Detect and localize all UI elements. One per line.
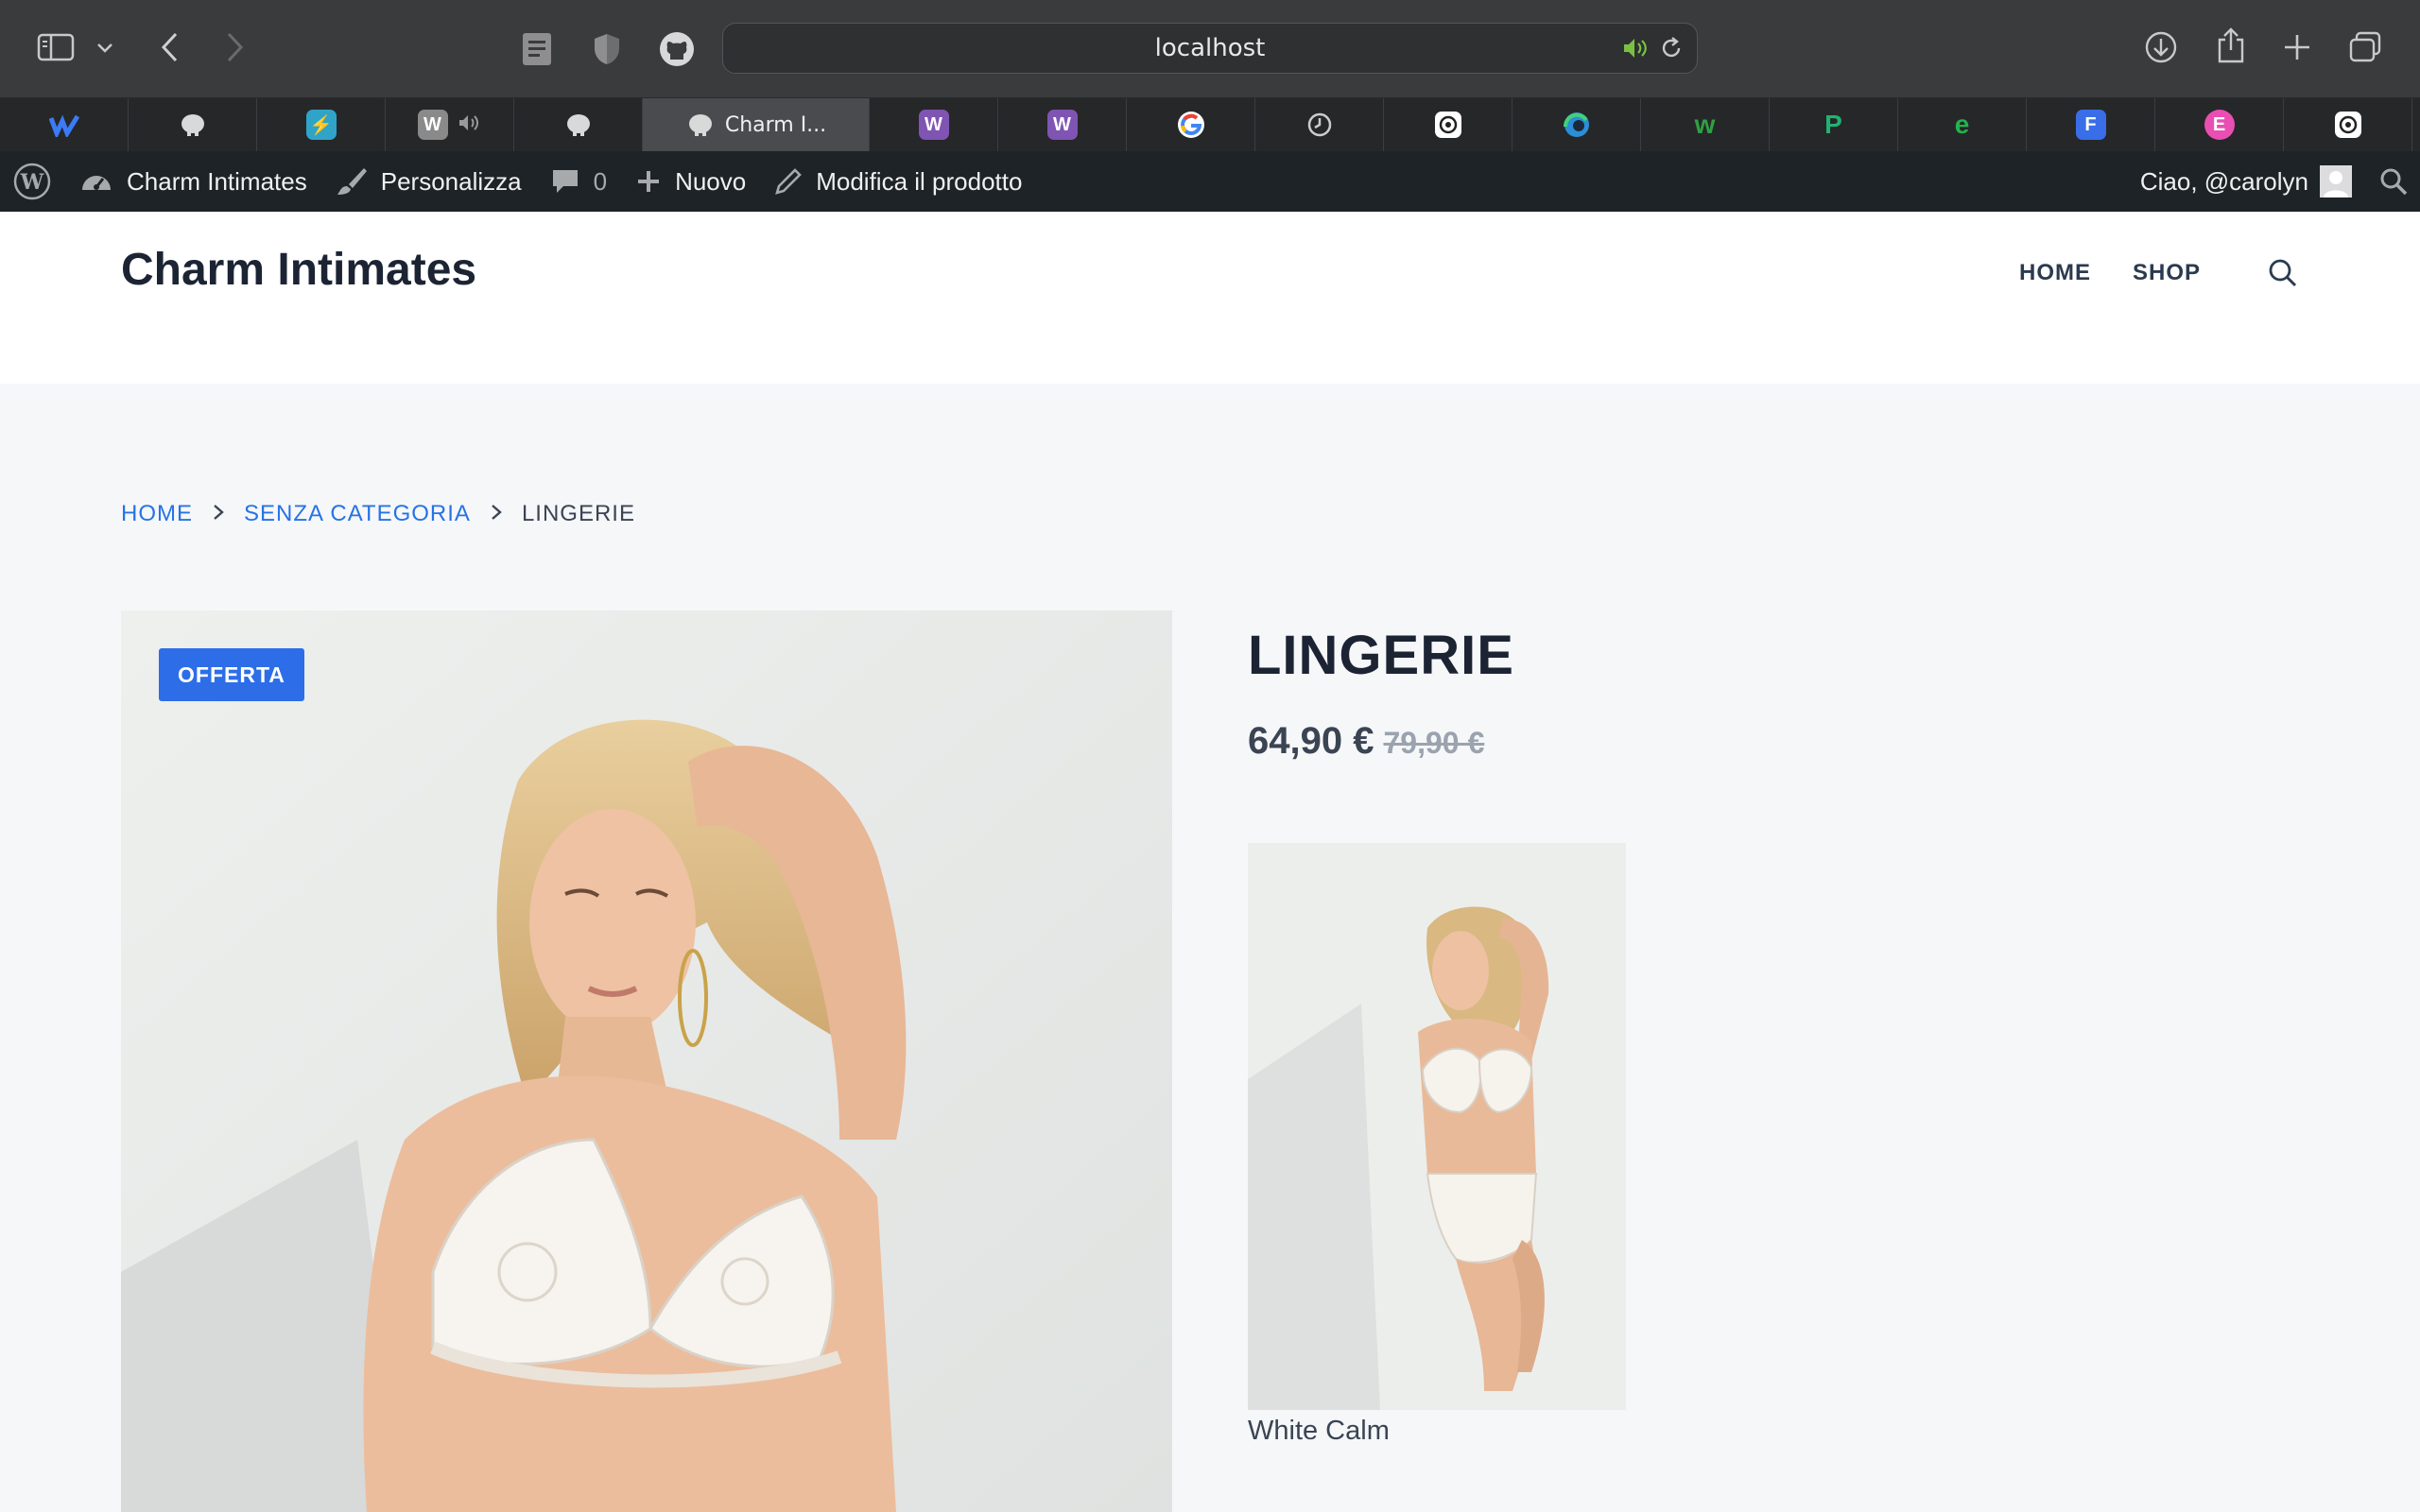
share-icon[interactable] (2212, 25, 2250, 66)
clock-icon (1305, 110, 1335, 140)
forward-button[interactable] (216, 28, 253, 66)
breadcrumb-current: LINGERIE (521, 501, 635, 526)
p-brand-icon: P (1824, 110, 1842, 139)
comments-count: 0 (593, 166, 608, 196)
elephant-icon (563, 110, 594, 140)
w-brand-icon: w (1694, 110, 1716, 139)
site-header: Charm Intimates HOME SHOP (0, 212, 2420, 384)
chevron-down-icon[interactable] (91, 34, 119, 62)
main-nav: HOME SHOP (2019, 257, 2299, 289)
elephant-icon (685, 110, 716, 140)
browser-tab[interactable] (2284, 98, 2412, 151)
tab-strip: ⚡ W Charm I... W Ww Pe F E (0, 98, 2420, 151)
pencil-icon (775, 168, 803, 195)
browser-tab[interactable]: e (1898, 98, 2027, 151)
browser-tab[interactable]: W (386, 98, 514, 151)
site-title[interactable]: Charm Intimates (121, 244, 476, 296)
elementor-icon: E (2204, 110, 2235, 140)
site-name-label: Charm Intimates (127, 166, 307, 196)
product-main-image[interactable] (121, 610, 1172, 1512)
sale-price: 64,90 € (1248, 720, 1374, 762)
nav-home[interactable]: HOME (2019, 260, 2091, 286)
shield-icon[interactable] (588, 30, 626, 68)
browser-tab[interactable] (514, 98, 643, 151)
tab-overview-icon[interactable] (2346, 28, 2384, 66)
wp-admin-bar: W Charm Intimates Personalizza 0 Nuovo M… (0, 151, 2420, 212)
back-button[interactable] (151, 28, 189, 66)
browser-tab[interactable]: F (2027, 98, 2155, 151)
address-bar[interactable]: localhost (722, 23, 1698, 74)
search-icon[interactable] (2267, 257, 2299, 289)
adminbar-comments[interactable]: 0 (550, 167, 607, 197)
speaker-icon[interactable] (1621, 36, 1650, 65)
customize-label: Personalizza (380, 166, 522, 196)
product-price: 64,90 € 79,90 € (1248, 720, 1484, 763)
browser-tab[interactable]: w (1641, 98, 1770, 151)
nav-shop[interactable]: SHOP (2133, 260, 2201, 286)
new-tab-icon[interactable] (2278, 28, 2316, 66)
variation-label: White Calm (1248, 1416, 1390, 1446)
adminbar-search-icon[interactable] (2378, 166, 2409, 197)
downloads-icon[interactable] (2142, 28, 2180, 66)
product-title: LINGERIE (1248, 625, 1514, 686)
url-text: localhost (1154, 34, 1266, 62)
breadcrumb-home[interactable]: HOME (121, 501, 193, 527)
comment-icon (552, 170, 578, 193)
woo-w-icon: W (1046, 110, 1078, 140)
browser-toolbar: localhost (0, 0, 2420, 98)
breadcrumb: HOME SENZA CATEGORIA LINGERIE (121, 501, 635, 527)
browser-tab[interactable]: ⚡ (257, 98, 386, 151)
browser-tab[interactable] (1127, 98, 1255, 151)
openai-icon (2333, 110, 2363, 140)
reader-extension-icon[interactable] (518, 30, 556, 68)
e-brand-icon: e (1954, 110, 1970, 139)
browser-tab[interactable] (1255, 98, 1384, 151)
browser-tab[interactable] (1512, 98, 1641, 151)
edit-product-label: Modifica il prodotto (816, 166, 1023, 196)
github-icon[interactable] (658, 30, 696, 68)
greeting-label: Ciao, @carolyn (2139, 166, 2308, 196)
f-brand-icon: F (2075, 110, 2106, 140)
tab-title: Charm I... (724, 112, 827, 137)
variation-thumbnail[interactable] (1248, 843, 1626, 1410)
browser-tab[interactable]: E (2155, 98, 2284, 151)
woo-w-icon: W (918, 110, 949, 140)
browser-tab[interactable]: W (870, 98, 998, 151)
openai-icon (1433, 110, 1463, 140)
browser-tab[interactable] (129, 98, 257, 151)
breadcrumb-category[interactable]: SENZA CATEGORIA (244, 501, 471, 527)
sidebar-toggle-icon[interactable] (34, 28, 78, 66)
bolt-icon: ⚡ (305, 110, 337, 140)
wordpress-logo-icon[interactable]: W (13, 163, 51, 200)
plus-icon (638, 171, 660, 192)
new-label: Nuovo (675, 166, 747, 196)
adminbar-new[interactable]: Nuovo (635, 167, 746, 197)
sale-badge: OFFERTA (159, 648, 304, 701)
edge-icon (1562, 110, 1592, 140)
adminbar-edit-product[interactable]: Modifica il prodotto (774, 167, 1022, 197)
browser-tab[interactable] (0, 98, 129, 151)
dashboard-icon (82, 176, 111, 190)
adminbar-customize[interactable]: Personalizza (336, 165, 522, 198)
google-icon (1176, 110, 1206, 140)
svg-text:W: W (20, 170, 44, 195)
reload-icon[interactable] (1659, 36, 1684, 65)
webflow-icon (48, 110, 79, 140)
browser-tab[interactable]: Charm I... (643, 98, 870, 151)
adminbar-account[interactable]: Ciao, @carolyn (2140, 165, 2352, 198)
adminbar-site-name[interactable]: Charm Intimates (79, 167, 307, 197)
chevron-right-icon (490, 501, 503, 527)
speaker-icon[interactable] (458, 112, 482, 138)
browser-tab[interactable] (1384, 98, 1512, 151)
avatar (2320, 165, 2352, 198)
elephant-icon (178, 110, 208, 140)
wordpress-w-icon: W (417, 110, 448, 140)
regular-price: 79,90 € (1383, 726, 1485, 760)
chevron-right-icon (212, 501, 225, 527)
browser-tab[interactable]: P (1770, 98, 1898, 151)
browser-tab[interactable]: W (998, 98, 1127, 151)
brush-icon (337, 168, 367, 195)
